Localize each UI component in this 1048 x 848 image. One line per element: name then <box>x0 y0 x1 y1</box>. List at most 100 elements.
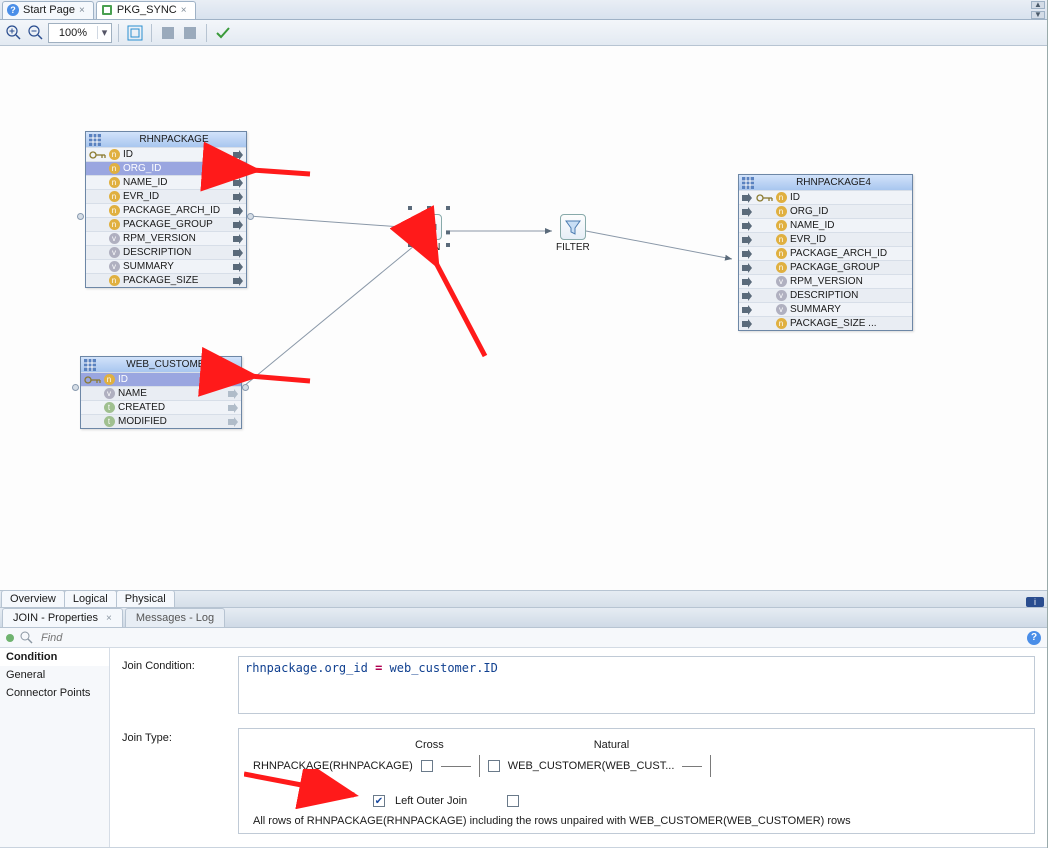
zoom-combo[interactable]: 100% ▾ <box>48 23 112 43</box>
datatype-icon: n <box>109 205 120 216</box>
column-row[interactable]: nID <box>86 147 246 161</box>
column-row[interactable]: nPACKAGE_GROUP <box>86 217 246 231</box>
column-row[interactable]: nEVR_ID <box>739 232 912 246</box>
layout-button-1[interactable] <box>158 23 178 43</box>
column-row[interactable]: nID <box>81 372 241 386</box>
column-row[interactable]: vDESCRIPTION <box>739 288 912 302</box>
column-row[interactable]: vSUMMARY <box>739 302 912 316</box>
close-icon[interactable]: × <box>106 613 112 624</box>
input-connector-icon[interactable] <box>741 291 755 301</box>
datatype-icon: v <box>109 247 120 258</box>
scroll-down-icon[interactable]: ▼ <box>1031 11 1045 19</box>
column-row[interactable]: nPACKAGE_SIZE <box>86 273 246 287</box>
output-connector-icon[interactable] <box>230 234 244 244</box>
column-row[interactable]: nNAME_ID <box>86 175 246 189</box>
column-name: ID <box>123 149 230 160</box>
input-connector-icon[interactable] <box>741 221 755 231</box>
column-row[interactable]: tCREATED <box>81 400 241 414</box>
column-row[interactable]: nPACKAGE_ARCH_ID <box>739 246 912 260</box>
zoom-out-button[interactable] <box>26 23 46 43</box>
nav-general[interactable]: General <box>0 666 109 684</box>
output-connector-icon[interactable] <box>225 375 239 385</box>
column-row[interactable]: vRPM_VERSION <box>739 274 912 288</box>
info-badge[interactable]: i <box>1026 597 1044 607</box>
output-connector-icon[interactable] <box>230 164 244 174</box>
tab-logical[interactable]: Logical <box>64 590 117 607</box>
column-row[interactable]: nID <box>739 190 912 204</box>
input-connector-icon[interactable] <box>741 193 755 203</box>
column-row[interactable]: tMODIFIED <box>81 414 241 428</box>
help-icon[interactable]: ? <box>1027 631 1041 645</box>
nav-condition[interactable]: Condition <box>0 648 109 666</box>
output-connector-icon[interactable] <box>230 248 244 258</box>
output-port[interactable] <box>242 384 249 391</box>
datatype-icon: v <box>108 233 120 245</box>
left-outer-checkbox[interactable] <box>373 795 385 807</box>
tab-physical[interactable]: Physical <box>116 590 175 607</box>
output-connector-icon[interactable] <box>225 403 239 413</box>
join-node[interactable]: JOIN <box>416 214 442 253</box>
chevron-down-icon[interactable]: ▾ <box>97 26 111 39</box>
tab-start-page[interactable]: ? Start Page × <box>2 1 94 19</box>
close-icon[interactable]: × <box>181 5 187 16</box>
nav-connector[interactable]: Connector Points <box>0 684 109 702</box>
input-connector-icon[interactable] <box>741 263 755 273</box>
output-connector-icon[interactable] <box>230 178 244 188</box>
join-condition-input[interactable]: rhnpackage.org_id = web_customer.ID <box>238 656 1035 714</box>
input-connector-icon[interactable] <box>741 249 755 259</box>
find-input[interactable] <box>39 631 1021 645</box>
datatype-icon: n <box>104 374 115 385</box>
column-row[interactable]: nPACKAGE_ARCH_ID <box>86 203 246 217</box>
output-port[interactable] <box>247 213 254 220</box>
fit-window-button[interactable] <box>125 23 145 43</box>
tab-pkg-sync[interactable]: PKG_SYNC × <box>96 1 196 19</box>
right-outer-checkbox[interactable] <box>507 795 519 807</box>
tab-overview[interactable]: Overview <box>1 590 65 607</box>
column-row[interactable]: nNAME_ID <box>739 218 912 232</box>
table-header[interactable]: RHNPACKAGE4 <box>739 175 912 190</box>
filter-node[interactable]: FILTER <box>556 214 590 253</box>
column-name: DESCRIPTION <box>790 290 910 301</box>
table-node-rhnpackage4[interactable]: RHNPACKAGE4nIDnORG_IDnNAME_IDnEVR_IDnPAC… <box>738 174 913 331</box>
output-connector-icon[interactable] <box>230 192 244 202</box>
table-header[interactable]: WEB_CUSTOMER <box>81 357 241 372</box>
input-port[interactable] <box>77 213 84 220</box>
datatype-icon: n <box>109 219 120 230</box>
output-connector-icon[interactable] <box>230 276 244 286</box>
table-node-rhnpackage[interactable]: RHNPACKAGEnIDnORG_IDnNAME_IDnEVR_IDnPACK… <box>85 131 247 288</box>
column-row[interactable]: vRPM_VERSION <box>86 231 246 245</box>
column-row[interactable]: nPACKAGE_SIZE ... <box>739 316 912 330</box>
input-connector-icon[interactable] <box>741 277 755 287</box>
close-icon[interactable]: × <box>79 5 85 16</box>
table-node-web-customer[interactable]: WEB_CUSTOMERnIDvNAMEtCREATEDtMODIFIED <box>80 356 242 429</box>
input-connector-icon[interactable] <box>741 319 755 329</box>
output-connector-icon[interactable] <box>230 150 244 160</box>
column-row[interactable]: vNAME <box>81 386 241 400</box>
document-tab-bar: ? Start Page × PKG_SYNC × ▲ ▼ <box>0 0 1047 20</box>
layout-button-2[interactable] <box>180 23 200 43</box>
natural-checkbox[interactable] <box>488 760 500 772</box>
input-connector-icon[interactable] <box>741 235 755 245</box>
output-connector-icon[interactable] <box>225 417 239 427</box>
input-port[interactable] <box>72 384 79 391</box>
column-row[interactable]: nORG_ID <box>86 161 246 175</box>
column-row[interactable]: nPACKAGE_GROUP <box>739 260 912 274</box>
tab-join-properties[interactable]: JOIN - Properties × <box>2 608 123 627</box>
output-connector-icon[interactable] <box>230 206 244 216</box>
tab-messages-log[interactable]: Messages - Log <box>125 608 225 627</box>
input-connector-icon[interactable] <box>741 207 755 217</box>
column-row[interactable]: nORG_ID <box>739 204 912 218</box>
output-connector-icon[interactable] <box>230 220 244 230</box>
output-connector-icon[interactable] <box>225 389 239 399</box>
column-row[interactable]: vSUMMARY <box>86 259 246 273</box>
table-header[interactable]: RHNPACKAGE <box>86 132 246 147</box>
mapping-canvas[interactable]: RHNPACKAGEnIDnORG_IDnNAME_IDnEVR_IDnPACK… <box>0 46 1047 590</box>
scroll-up-icon[interactable]: ▲ <box>1031 1 1045 9</box>
validate-button[interactable] <box>213 23 233 43</box>
input-connector-icon[interactable] <box>741 305 755 315</box>
output-connector-icon[interactable] <box>230 262 244 272</box>
zoom-in-button[interactable] <box>4 23 24 43</box>
cross-checkbox[interactable] <box>421 760 433 772</box>
column-row[interactable]: vDESCRIPTION <box>86 245 246 259</box>
column-row[interactable]: nEVR_ID <box>86 189 246 203</box>
